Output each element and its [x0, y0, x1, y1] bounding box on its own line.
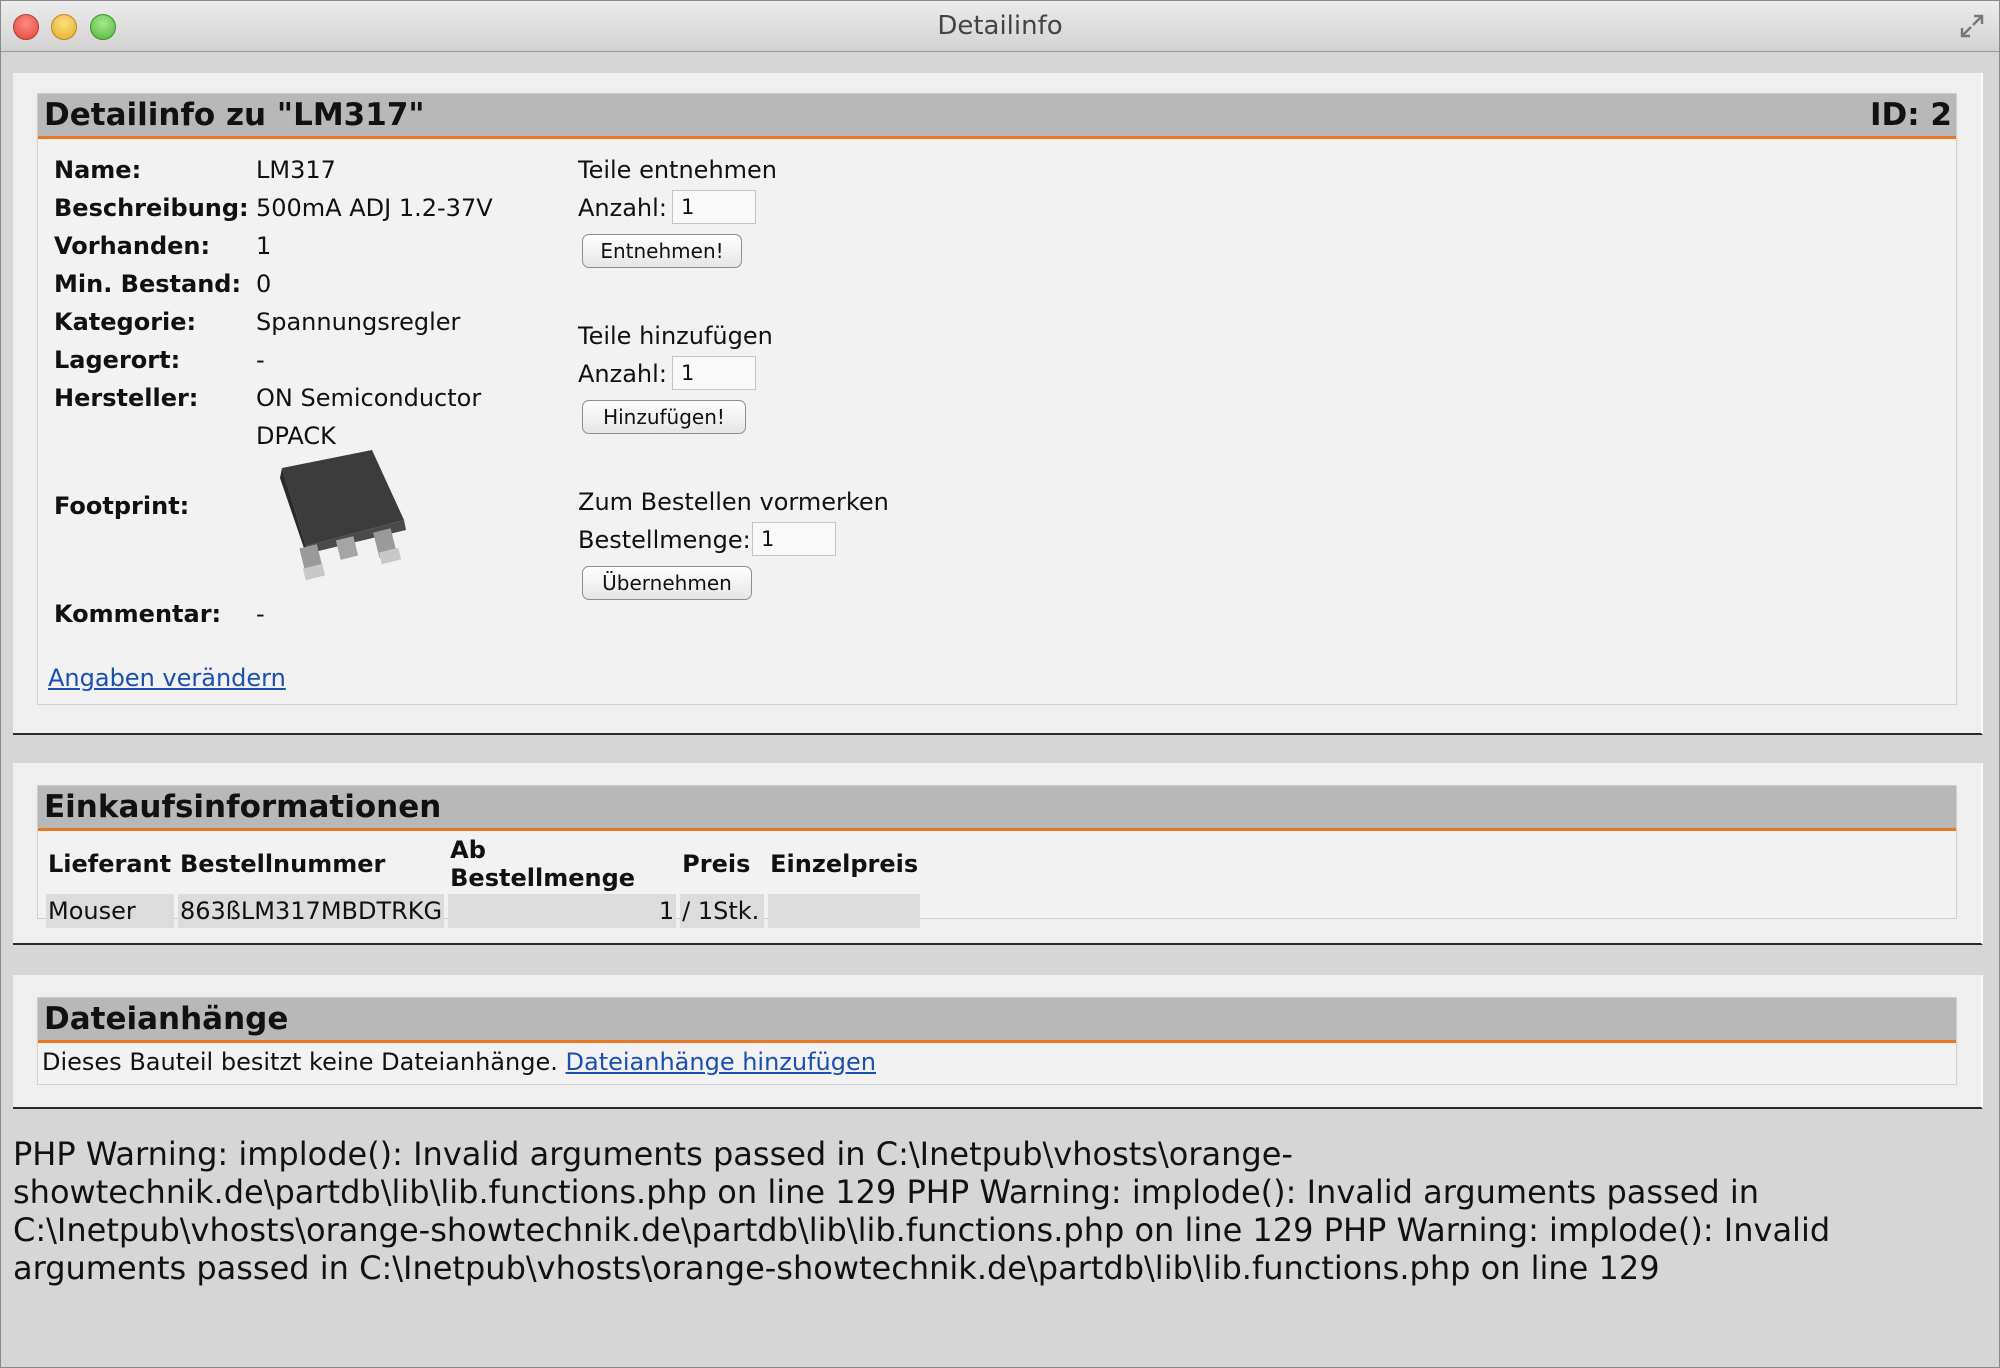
window-title: Detailinfo	[937, 11, 1063, 41]
add-attachments-link[interactable]: Dateianhänge hinzufügen	[566, 1048, 876, 1076]
app-window: Detailinfo Detailinfo zu "LM317" ID: 2 N…	[0, 0, 2000, 1368]
php-warning-text: PHP Warning: implode(): Invalid argument…	[13, 1135, 1831, 1287]
beschreibung-value: 500mA ADJ 1.2-37V	[256, 194, 493, 222]
einkauf-table: Lieferant Bestellnummer Ab Bestellmenge …	[42, 834, 924, 930]
vorhanden-value: 1	[256, 232, 272, 260]
col-bestellnummer: Bestellnummer	[180, 850, 386, 878]
col-preis: Preis	[682, 850, 751, 878]
entnehmen-title: Teile entnehmen	[578, 156, 778, 184]
hinzufuegen-anzahl-input[interactable]: 1	[672, 356, 756, 390]
einkauf-title: Einkaufsinformationen	[44, 789, 442, 825]
min-bestand-label: Min. Bestand:	[54, 270, 242, 298]
title-bar: Detailinfo	[1, 1, 1999, 52]
kommentar-value: -	[256, 600, 265, 628]
bestellmenge-label: Bestellmenge:	[578, 526, 751, 554]
dateien-message: Dieses Bauteil besitzt keine Dateianhäng…	[42, 1048, 876, 1076]
hersteller-label: Hersteller:	[54, 384, 199, 412]
col-einzelpreis: Einzelpreis	[770, 850, 919, 878]
dpack-footprint-image	[280, 450, 406, 581]
kommentar-label: Kommentar:	[54, 600, 222, 628]
bestellmenge-input[interactable]: 1	[752, 522, 836, 556]
no-attachments-text: Dieses Bauteil besitzt keine Dateianhäng…	[42, 1048, 558, 1076]
vorhanden-label: Vorhanden:	[54, 232, 211, 260]
cell-bestellnummer: 863ßLM317MBDTRKG	[178, 894, 445, 928]
einkauf-panel: Einkaufsinformationen Lieferant Bestelln…	[13, 763, 1983, 945]
cell-einzelpreis	[768, 894, 921, 928]
entnehmen-anzahl-label: Anzahl:	[578, 194, 667, 222]
dateien-panel: Dateianhänge Dieses Bauteil besitzt kein…	[13, 975, 1983, 1109]
detail-panel: Detailinfo zu "LM317" ID: 2 Name: LM317 …	[13, 73, 1983, 735]
col-lieferant: Lieferant	[48, 850, 172, 878]
cell-lieferant: Mouser	[46, 894, 174, 928]
table-row: Mouser 863ßLM317MBDTRKG 1 / 1Stk.	[46, 894, 921, 928]
cell-ab-bestellmenge: 1	[448, 894, 677, 928]
hinzufuegen-title: Teile hinzufügen	[578, 322, 773, 350]
beschreibung-label: Beschreibung:	[54, 194, 249, 222]
edit-details-link[interactable]: Angaben verändern	[48, 664, 286, 692]
min-bestand-value: 0	[256, 270, 272, 298]
col-ab-bestellmenge: Ab Bestellmenge	[450, 836, 636, 892]
detail-panel-inner: Detailinfo zu "LM317" ID: 2 Name: LM317 …	[37, 93, 1957, 705]
uebernehmen-button[interactable]: Übernehmen	[582, 566, 752, 600]
entnehmen-anzahl-input[interactable]: 1	[672, 190, 756, 224]
hinzufuegen-button[interactable]: Hinzufügen!	[582, 400, 746, 434]
kategorie-value: Spannungsregler	[256, 308, 461, 336]
footprint-label: Footprint:	[54, 492, 190, 520]
part-id: ID: 2	[1869, 97, 1952, 133]
kategorie-label: Kategorie:	[54, 308, 197, 336]
dateien-header: Dateianhänge	[38, 998, 1956, 1043]
cell-preis: / 1Stk.	[680, 894, 765, 928]
table-header-row: Lieferant Bestellnummer Ab Bestellmenge …	[46, 836, 920, 892]
dateien-panel-inner: Dateianhänge Dieses Bauteil besitzt kein…	[37, 997, 1957, 1085]
page-title: Detailinfo zu "LM317"	[44, 97, 425, 133]
lagerort-label: Lagerort:	[54, 346, 181, 374]
einkauf-header: Einkaufsinformationen	[38, 786, 1956, 831]
bestellen-title: Zum Bestellen vormerken	[578, 488, 889, 516]
detail-header: Detailinfo zu "LM317" ID: 2	[38, 94, 1956, 139]
name-value: LM317	[256, 156, 336, 184]
entnehmen-button[interactable]: Entnehmen!	[582, 234, 742, 268]
name-label: Name:	[54, 156, 142, 184]
einkauf-panel-inner: Einkaufsinformationen Lieferant Bestelln…	[37, 785, 1957, 928]
fullscreen-icon[interactable]	[1959, 13, 1985, 39]
footprint-value: DPACK	[256, 422, 336, 450]
dateien-title: Dateianhänge	[44, 1001, 289, 1037]
hinzufuegen-anzahl-label: Anzahl:	[578, 360, 667, 388]
lagerort-value: -	[256, 346, 265, 374]
hersteller-value: ON Semiconductor	[256, 384, 482, 412]
